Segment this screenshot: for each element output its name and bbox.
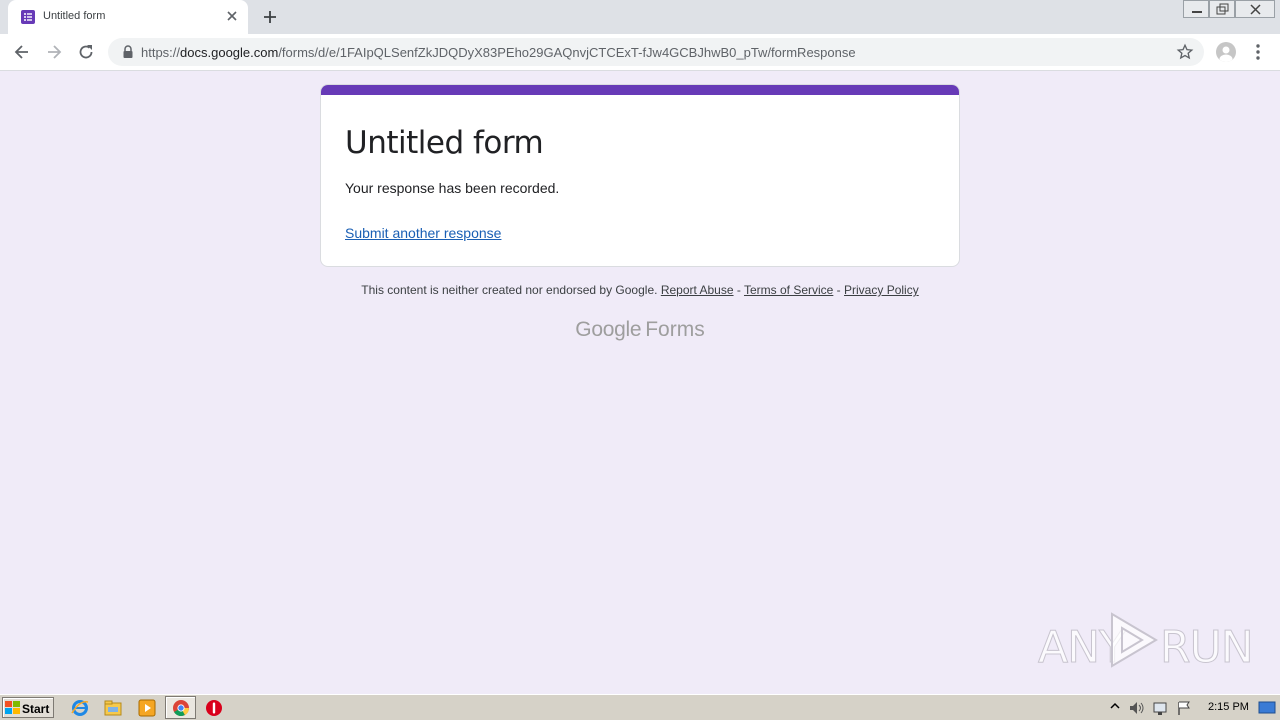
taskbar-clock[interactable]: 2:15 PM <box>1208 701 1249 713</box>
watermark-right-text: RUN <box>1160 622 1255 674</box>
profile-avatar[interactable] <box>1216 42 1236 62</box>
separator: - <box>833 283 845 297</box>
taskbar: Start 2:15 PM <box>0 694 1280 720</box>
close-window-icon <box>1250 4 1261 15</box>
speaker-icon[interactable] <box>1128 700 1146 716</box>
start-button[interactable]: Start <box>2 697 54 718</box>
tab-untitled-form[interactable]: Untitled form <box>8 0 248 34</box>
person-icon <box>1219 46 1233 62</box>
more-menu-icon[interactable] <box>1251 42 1265 62</box>
form-card: Untitled form Your response has been rec… <box>320 84 960 267</box>
file-explorer-icon[interactable] <box>103 698 123 718</box>
restore-button[interactable] <box>1209 0 1235 18</box>
address-bar[interactable]: https://docs.google.com/forms/d/e/1FAIpQ… <box>108 38 1204 66</box>
bookmark-star-icon[interactable] <box>1176 43 1194 61</box>
tab-strip: Untitled form <box>0 0 1280 34</box>
google-forms-icon <box>21 10 35 24</box>
footer-disclaimer: This content is neither created nor endo… <box>0 283 1280 297</box>
browser-toolbar: https://docs.google.com/forms/d/e/1FAIpQ… <box>0 34 1280 71</box>
tab-title: Untitled form <box>43 10 106 22</box>
system-tray <box>1104 696 1280 720</box>
forward-icon[interactable] <box>44 42 64 62</box>
report-abuse-link[interactable]: Report Abuse <box>661 283 734 297</box>
stop-icon[interactable] <box>204 698 224 718</box>
form-title: Untitled form <box>345 125 544 161</box>
play-logo-icon <box>1111 612 1158 668</box>
chrome-icon <box>173 700 190 716</box>
google-forms-logo[interactable]: Google Forms <box>0 318 1280 342</box>
chrome-taskbar-button[interactable] <box>165 696 196 719</box>
close-tab-icon[interactable] <box>224 8 240 24</box>
close-window-button[interactable] <box>1235 0 1275 18</box>
form-accent-bar <box>321 85 959 95</box>
url-host: docs.google.com <box>180 45 279 60</box>
restore-icon <box>1216 3 1229 15</box>
show-desktop-icon[interactable] <box>1258 700 1276 716</box>
terms-of-service-link[interactable]: Terms of Service <box>744 283 833 297</box>
privacy-policy-link[interactable]: Privacy Policy <box>844 283 919 297</box>
minimize-button[interactable] <box>1183 0 1209 18</box>
anyrun-watermark: ANY RUN <box>1036 608 1254 674</box>
forms-wordmark: Forms <box>645 318 705 341</box>
start-label: Start <box>22 702 50 716</box>
url-text[interactable]: https://docs.google.com/forms/d/e/1FAIpQ… <box>141 45 856 60</box>
show-hidden-icons-icon[interactable] <box>1110 701 1120 713</box>
action-center-flag-icon[interactable] <box>1176 700 1192 716</box>
confirmation-message: Your response has been recorded. <box>345 180 560 196</box>
new-tab-icon[interactable] <box>260 7 280 27</box>
disclaimer-text: This content is neither created nor endo… <box>361 283 658 297</box>
url-scheme: https:// <box>141 45 181 60</box>
back-icon[interactable] <box>12 42 32 62</box>
url-path: /forms/d/e/1FAIpQLSenfZkJDQDyX83PEho29GA… <box>278 45 856 60</box>
submit-another-response-link[interactable]: Submit another response <box>345 225 501 241</box>
lock-icon[interactable] <box>122 45 134 59</box>
reload-icon[interactable] <box>76 42 96 62</box>
network-icon[interactable] <box>1152 700 1170 716</box>
windows-logo-icon <box>5 701 20 714</box>
minimize-icon <box>1192 11 1202 13</box>
separator: - <box>733 283 744 297</box>
internet-explorer-icon[interactable] <box>70 698 90 718</box>
google-wordmark: Google <box>575 318 642 341</box>
media-player-icon[interactable] <box>137 698 157 718</box>
